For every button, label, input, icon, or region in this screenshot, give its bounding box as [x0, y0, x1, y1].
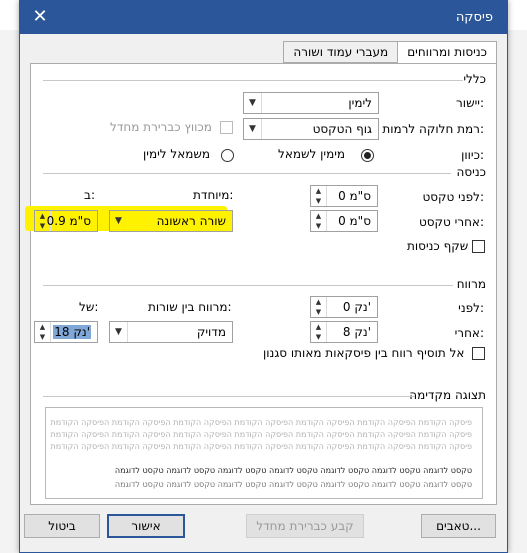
spin-up-icon[interactable]: ▲ [311, 186, 326, 196]
spacing-at-label: של: [79, 300, 99, 314]
indentation-section-title: כניסה [456, 165, 486, 179]
close-icon[interactable]: ✕ [28, 6, 52, 28]
general-separator [43, 80, 463, 81]
tab-strip: כניסות ומרווחים מעברי עמוד ושורה [283, 41, 497, 65]
indent-by-value: 0.9 ס"מ [46, 214, 91, 228]
outline-level-label: רמת חלוקה לרמות: [382, 122, 484, 136]
spacing-before-label: לפני: [458, 301, 484, 315]
collapsed-label: מכווץ כברירת מחדל [110, 120, 212, 134]
preview-previous-paragraph: פיסקה הקודמת הפיסקה הקודמת הפיסקה הקודמת… [50, 442, 472, 451]
spacing-after-value: 8 נק' [342, 325, 371, 339]
spacing-section-title: מרווח [456, 277, 486, 291]
dialog-title: פיסקה [455, 10, 493, 25]
line-spacing-label: מרווח בין שורות: [148, 300, 232, 314]
spin-down-icon[interactable]: ▼ [311, 307, 326, 317]
spin-up-icon[interactable]: ▲ [35, 322, 50, 332]
indent-after-value: 0 ס"מ [338, 214, 371, 228]
ok-button[interactable]: אישור [107, 514, 185, 538]
outline-level-select[interactable]: ▼ גוף הטקסט [243, 118, 379, 140]
dont-add-space-label: אל תוסיף רווח בין פיסקאות מאותו סגנון [263, 346, 465, 360]
chevron-down-icon: ▼ [244, 119, 262, 139]
title-bar: פיסקה ✕ [20, 1, 507, 34]
spacing-after-stepper[interactable]: ▲ ▼ 8 נק' [310, 321, 378, 343]
tab-line-page-breaks[interactable]: מעברי עמוד ושורה [283, 41, 399, 63]
spacing-before-value: 0 נק' [342, 300, 371, 314]
special-indent-label: מיוחדת: [193, 188, 234, 202]
spin-down-icon[interactable]: ▼ [311, 196, 326, 206]
spacing-at-value: 18 נק' [53, 325, 91, 339]
preview-sample-text: טקסט לדוגמה טקסט לדוגמה טקסט לדוגמה טקסט… [114, 480, 472, 489]
indent-before-label: לפני טקסט: [422, 190, 484, 204]
dont-add-space-checkbox[interactable] [472, 347, 485, 360]
rtl-radio[interactable] [361, 149, 374, 162]
paragraph-dialog: פיסקה ✕ כניסות ומרווחים מעברי עמוד ושורה… [19, 0, 508, 553]
tabs-button[interactable]: טאבים... [421, 514, 496, 538]
collapsed-checkbox[interactable] [220, 121, 233, 134]
general-section-title: כללי [463, 72, 486, 86]
preview-sample-text: טקסט לדוגמה טקסט לדוגמה טקסט לדוגמה טקסט… [114, 466, 472, 475]
cancel-button[interactable]: ביטול [24, 514, 100, 538]
chevron-down-icon: ▼ [244, 93, 262, 113]
indentation-separator [43, 173, 451, 174]
indent-by-stepper[interactable]: ▲ ▼ 0.9 ס"מ [34, 210, 98, 232]
outline-level-value: גוף הטקסט [312, 122, 372, 136]
preview-previous-paragraph: פיסקה הקודמת הפיסקה הקודמת הפיסקה הקודמת… [50, 430, 472, 439]
spin-down-icon[interactable]: ▼ [35, 332, 50, 342]
tab-indents-spacing[interactable]: כניסות ומרווחים [397, 41, 497, 65]
chevron-down-icon: ▼ [110, 211, 128, 231]
alignment-select[interactable]: ▼ לימין [243, 92, 379, 114]
spacing-before-stepper[interactable]: ▲ ▼ 0 נק' [310, 296, 378, 318]
spin-down-icon[interactable]: ▼ [311, 221, 326, 231]
preview-previous-paragraph: פיסקה הקודמת הפיסקה הקודמת הפיסקה הקודמת… [50, 418, 472, 427]
special-indent-value: שורה ראשונה [156, 214, 226, 228]
spacing-at-stepper[interactable]: ▲ ▼ 18 נק' [34, 321, 98, 343]
line-spacing-select[interactable]: ▼ מדויק [109, 321, 233, 343]
tab-panel: כללי יישור: ▼ לימין רמת חלוקה לרמות: ▼ ג… [25, 63, 497, 505]
alignment-value: לימין [348, 96, 372, 110]
spin-up-icon[interactable]: ▲ [311, 211, 326, 221]
special-indent-select[interactable]: ▼ שורה ראשונה [109, 210, 233, 232]
spin-down-icon[interactable]: ▼ [311, 332, 326, 342]
spacing-after-label: אחרי: [454, 326, 484, 340]
indent-after-stepper[interactable]: ▲ ▼ 0 ס"מ [310, 210, 378, 232]
indent-after-label: אחרי טקסט: [418, 215, 484, 229]
rtl-label: מימין לשמאל [278, 147, 346, 161]
line-spacing-value: מדויק [196, 325, 226, 339]
preview-separator [43, 396, 415, 397]
direction-label: כיוון: [461, 148, 484, 162]
preview-section-title: תצוגה מקדימה [409, 388, 486, 402]
ltr-label: משמאל לימין [143, 147, 211, 161]
mirror-indents-label: שקף כניסות [407, 239, 469, 253]
spin-up-icon[interactable]: ▲ [311, 297, 326, 307]
set-default-button[interactable]: קבע כברירת מחדל [246, 514, 364, 538]
preview-box: פיסקה הקודמת הפיסקה הקודמת הפיסקה הקודמת… [45, 407, 483, 499]
indent-before-value: 0 ס"מ [338, 189, 371, 203]
indent-by-label: ב: [84, 188, 95, 202]
chevron-down-icon: ▼ [110, 322, 128, 342]
spin-up-icon[interactable]: ▲ [311, 322, 326, 332]
indent-before-stepper[interactable]: ▲ ▼ 0 ס"מ [310, 185, 378, 207]
spacing-separator [43, 285, 453, 286]
mirror-indents-checkbox[interactable] [472, 240, 485, 253]
ltr-radio[interactable] [221, 149, 234, 162]
alignment-label: יישור: [456, 96, 484, 110]
